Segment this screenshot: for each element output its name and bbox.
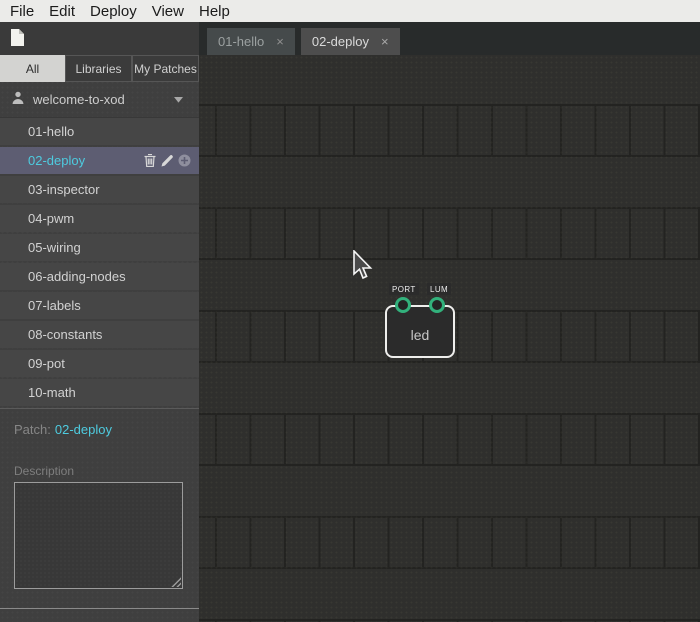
pin-label-lum: LUM	[427, 283, 451, 295]
toolbar	[0, 22, 199, 55]
patch-item-05-wiring[interactable]: 05-wiring	[0, 234, 199, 261]
filter-tab-all[interactable]: All	[0, 55, 65, 82]
patch-item-label: 09-pot	[28, 356, 65, 371]
patch-item-label: 10-math	[28, 385, 76, 400]
patch-item-label: 06-adding-nodes	[28, 269, 126, 284]
patch-item-10-math[interactable]: 10-math	[0, 379, 199, 406]
filter-tab-libraries[interactable]: Libraries	[65, 55, 132, 82]
editor-tab-01-hello[interactable]: 01-hello ×	[207, 28, 295, 55]
project-selector[interactable]: welcome-to-xod	[0, 82, 199, 118]
project-name: welcome-to-xod	[33, 92, 125, 107]
menu-deploy[interactable]: Deploy	[88, 3, 139, 20]
patch-item-label: 03-inspector	[28, 182, 100, 197]
patch-item-label: 02-deploy	[28, 153, 85, 168]
patch-item-label: 05-wiring	[28, 240, 81, 255]
patch-item-label: 04-pwm	[28, 211, 74, 226]
menu-edit[interactable]: Edit	[47, 3, 77, 20]
plus-circle-icon[interactable]	[178, 154, 191, 167]
current-patch-link[interactable]: 02-deploy	[55, 422, 112, 437]
trash-icon[interactable]	[144, 154, 156, 167]
patch-item-04-pwm[interactable]: 04-pwm	[0, 205, 199, 232]
pin-port[interactable]	[395, 297, 411, 313]
patch-item-actions	[144, 154, 199, 167]
menu-view[interactable]: View	[150, 3, 186, 20]
sidebar-divider	[0, 608, 199, 609]
patch-list: 01-hello 02-deploy	[0, 118, 199, 409]
description-input[interactable]	[14, 482, 183, 589]
pin-label-port: PORT	[389, 283, 419, 295]
menubar: File Edit Deploy View Help	[0, 0, 700, 22]
pencil-icon[interactable]	[161, 155, 173, 167]
tab-close-icon[interactable]: ×	[381, 35, 389, 48]
menu-help[interactable]: Help	[197, 3, 232, 20]
project-browser: All Libraries My Patches welcome-to-xod …	[0, 55, 199, 622]
editor-tabbar: 01-hello × 02-deploy ×	[199, 22, 700, 55]
patch-item-07-labels[interactable]: 07-labels	[0, 292, 199, 319]
patch-item-01-hello[interactable]: 01-hello	[0, 118, 199, 145]
chevron-down-icon[interactable]	[174, 97, 183, 103]
current-patch-line: Patch: 02-deploy	[0, 422, 199, 437]
menu-file[interactable]: File	[8, 3, 36, 20]
browser-filter-tabs: All Libraries My Patches	[0, 55, 199, 82]
pin-lum[interactable]	[429, 297, 445, 313]
patch-item-03-inspector[interactable]: 03-inspector	[0, 176, 199, 203]
filter-tab-my-patches[interactable]: My Patches	[132, 55, 199, 82]
xod-ide-window: File Edit Deploy View Help 01-hello × 02…	[0, 0, 700, 622]
new-patch-icon[interactable]	[10, 28, 25, 52]
node-led[interactable]: PORT LUM led	[385, 305, 455, 358]
user-icon	[12, 91, 24, 109]
patch-item-08-constants[interactable]: 08-constants	[0, 321, 199, 348]
editor-tab-02-deploy[interactable]: 02-deploy ×	[301, 28, 400, 55]
current-patch-label: Patch:	[14, 422, 51, 437]
patch-canvas[interactable]: PORT LUM led	[199, 55, 700, 622]
tab-close-icon[interactable]: ×	[276, 35, 284, 48]
patch-item-06-adding-nodes[interactable]: 06-adding-nodes	[0, 263, 199, 290]
patch-item-label: 01-hello	[28, 124, 74, 139]
patch-item-09-pot[interactable]: 09-pot	[0, 350, 199, 377]
mouse-cursor-icon	[352, 250, 374, 285]
patch-item-02-deploy[interactable]: 02-deploy	[0, 147, 199, 174]
tab-label: 01-hello	[218, 34, 264, 49]
description-label: Description	[14, 464, 199, 478]
patch-item-label: 08-constants	[28, 327, 102, 342]
patch-item-label: 07-labels	[28, 298, 81, 313]
node-label: led	[387, 327, 453, 343]
tab-label: 02-deploy	[312, 34, 369, 49]
